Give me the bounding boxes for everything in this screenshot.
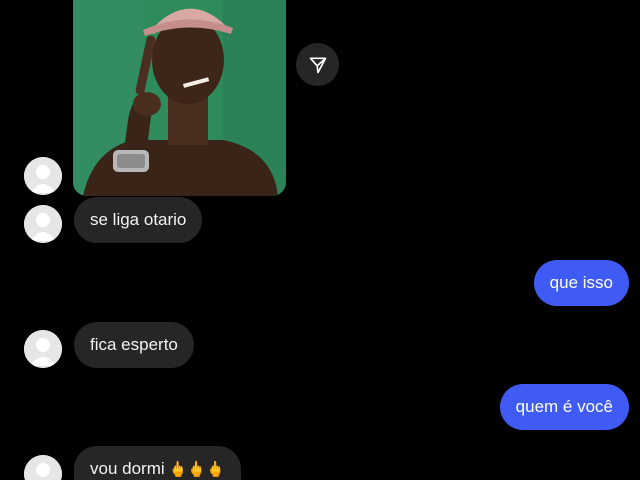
share-button[interactable] — [296, 43, 339, 86]
sender-avatar[interactable] — [24, 157, 62, 195]
default-avatar-icon — [24, 330, 62, 368]
sender-avatar[interactable] — [24, 330, 62, 368]
message-text: vou dormi — [90, 459, 165, 478]
message-text: quem é você — [515, 397, 613, 416]
message-text: fica esperto — [90, 335, 178, 354]
shared-photo[interactable] — [73, 0, 286, 196]
message-text: que isso — [549, 273, 613, 292]
message-text: se liga otario — [90, 210, 187, 229]
sender-avatar[interactable] — [24, 455, 62, 480]
chat-thread: se liga otario que isso fica esperto que… — [0, 0, 640, 480]
sender-avatar[interactable] — [24, 205, 62, 243]
middle-finger-emoji: 🖕🖕🖕 — [168, 460, 225, 478]
outgoing-message[interactable]: quem é você — [499, 384, 629, 430]
default-avatar-icon — [24, 455, 62, 480]
outgoing-message[interactable]: que isso — [533, 260, 629, 306]
incoming-message[interactable]: vou dormi 🖕🖕🖕 — [74, 446, 241, 480]
paper-plane-icon — [309, 57, 326, 73]
default-avatar-icon — [24, 205, 62, 243]
photo-image — [73, 0, 286, 196]
default-avatar-icon — [24, 157, 62, 195]
incoming-message[interactable]: se liga otario — [74, 197, 203, 243]
incoming-message[interactable]: fica esperto — [74, 322, 194, 368]
